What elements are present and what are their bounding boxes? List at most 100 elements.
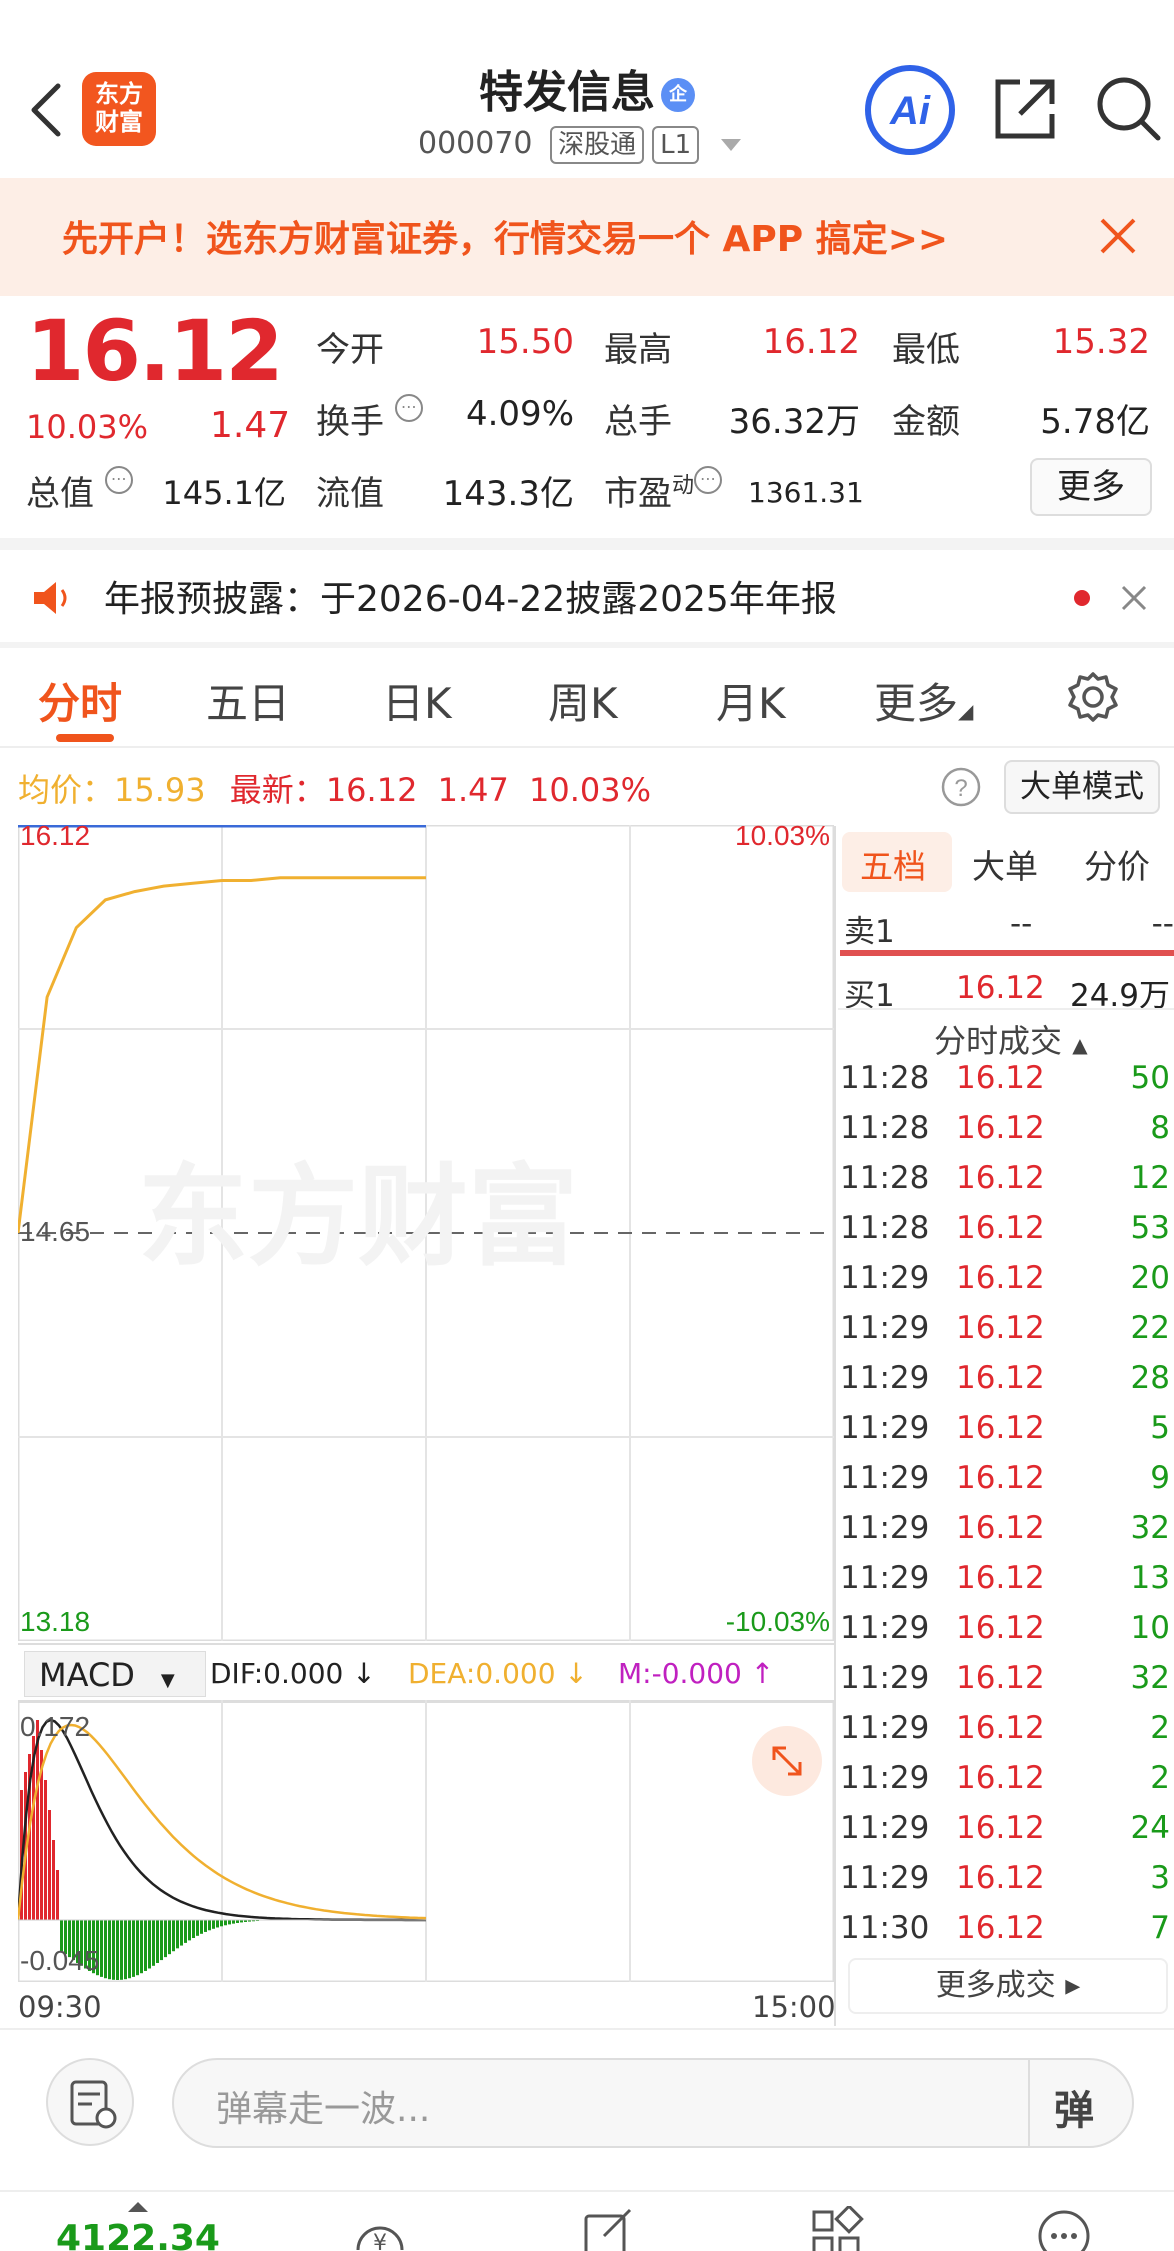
big-order-mode-button[interactable]: 大单模式 <box>1004 760 1160 814</box>
macd-bar <box>172 1920 175 1952</box>
unread-dot <box>1074 590 1090 606</box>
trade-time: 11:28 <box>840 1210 930 1246</box>
trade-price: 16.12 <box>956 1760 1045 1796</box>
trade-price: 16.12 <box>956 1160 1045 1196</box>
macd-bar <box>152 1920 155 1966</box>
divider <box>838 1008 1174 1010</box>
trade-row: 11:30 16.12 7 <box>838 1902 1174 1952</box>
tab-big-orders[interactable]: 大单 <box>972 840 1038 888</box>
trade-time: 11:29 <box>840 1810 930 1846</box>
settings-gear-icon[interactable] <box>1066 670 1120 724</box>
macd-chart[interactable]: 0.172 -0.045 <box>16 1699 835 1983</box>
trade-volume: 50 <box>1130 1060 1170 1096</box>
macd-svg: 0.172 -0.045 <box>16 1699 835 1983</box>
info-icon[interactable]: ⋯ <box>394 394 423 422</box>
svg-text:¥: ¥ <box>373 2231 387 2251</box>
trade-yuan-icon[interactable]: ¥ <box>350 2210 410 2251</box>
macd-bar <box>168 1920 171 1955</box>
intraday-chart[interactable]: 东方财富 16.12 14.65 13.18 10.03% -10.03% <box>16 820 835 1642</box>
help-icon[interactable]: ? <box>940 766 982 808</box>
tab-underline <box>56 734 114 742</box>
y-mid-label: 14.65 <box>20 1216 90 1247</box>
danmu-input[interactable]: 弹幕走一波... 弹 <box>172 2058 1134 2148</box>
tab-weekly-k[interactable]: 周K <box>548 670 618 731</box>
danmu-toggle[interactable]: 弹 <box>1054 2078 1094 2136</box>
trade-price: 16.12 <box>956 1710 1045 1746</box>
chart-tabs: 分时 五日 日K 周K 月K 更多◢ <box>0 648 1174 748</box>
trade-price: 16.12 <box>956 1660 1045 1696</box>
trade-row: 11:29 16.12 5 <box>838 1402 1174 1452</box>
trade-row: 11:29 16.12 9 <box>838 1452 1174 1502</box>
macd-bar <box>136 1920 139 1976</box>
tab-monthly-k[interactable]: 月K <box>716 670 786 731</box>
trade-row: 11:29 16.12 32 <box>838 1652 1174 1702</box>
intraday-info-line: 均价：15.93 最新：16.12 1.47 10.03% <box>18 771 652 809</box>
close-icon[interactable] <box>1098 216 1138 256</box>
macd-bar <box>56 1870 59 1920</box>
macd-bar <box>148 1920 151 1969</box>
macd-selector[interactable]: MACD ▼ <box>24 1651 206 1697</box>
more-menu-icon[interactable] <box>1034 2206 1094 2251</box>
announcement-bar[interactable]: 年报预披露：于2026-04-22披露2025年年报 <box>0 550 1174 642</box>
tab-five-day[interactable]: 五日 <box>206 670 290 731</box>
latest-change: 1.47 <box>437 771 509 809</box>
promo-banner[interactable]: 先开户！选东方财富证券，行情交易一个 APP 搞定>> <box>0 178 1174 296</box>
pct-bottom-label: -10.03% <box>726 1606 830 1637</box>
macd-bar <box>208 1920 211 1931</box>
macd-header: MACD ▼ DIF:0.000 ↓ DEA:0.000 ↓ M:-0.000 ↑ <box>18 1643 834 1703</box>
trade-price: 16.12 <box>956 1910 1045 1946</box>
tab-price-distribution[interactable]: 分价 <box>1084 840 1150 888</box>
macd-bar <box>232 1920 235 1924</box>
stock-name: 特发信息 <box>479 67 655 118</box>
trade-time: 11:29 <box>840 1310 930 1346</box>
tag-market: 深股通 <box>550 126 645 164</box>
trade-price: 16.12 <box>956 1260 1045 1296</box>
divider <box>0 538 1174 550</box>
macd-bar <box>200 1920 203 1934</box>
spread-bar <box>840 950 1174 956</box>
stock-code-line[interactable]: 000070 深股通 L1 <box>418 126 743 164</box>
amount-label: 金额 <box>892 402 960 442</box>
edit-post-icon[interactable] <box>582 2206 638 2251</box>
trade-volume: 2 <box>1150 1760 1170 1796</box>
chart-svg: 东方财富 16.12 14.65 13.18 10.03% -10.03% <box>16 820 835 1642</box>
macd-bar <box>120 1920 123 1980</box>
ai-icon[interactable]: Ai <box>864 64 956 156</box>
share-icon[interactable] <box>990 74 1060 144</box>
open-label: 今开 <box>316 330 384 370</box>
speaker-icon <box>34 582 67 614</box>
index-value[interactable]: 4122.34 <box>56 2218 220 2251</box>
watermark: 东方财富 <box>138 1153 578 1281</box>
macd-bar <box>192 1920 195 1939</box>
trade-row: 11:29 16.12 2 <box>838 1702 1174 1752</box>
note-button[interactable] <box>46 2058 134 2146</box>
trade-time: 11:30 <box>840 1910 930 1946</box>
note-settings-icon <box>70 2080 117 2129</box>
tab-daily-k[interactable]: 日K <box>382 670 452 731</box>
more-button[interactable]: 更多 <box>1030 458 1152 516</box>
info-icon[interactable]: ⋯ <box>104 466 133 494</box>
tab-more[interactable]: 更多◢ <box>874 670 973 731</box>
macd-bar <box>124 1920 127 1980</box>
macd-bar <box>108 1920 111 1980</box>
trade-volume: 7 <box>1150 1910 1170 1946</box>
trade-time: 11:28 <box>840 1160 930 1196</box>
trade-row: 11:29 16.12 24 <box>838 1802 1174 1852</box>
trade-volume: 2 <box>1150 1710 1170 1746</box>
trade-volume: 32 <box>1130 1660 1170 1696</box>
trade-row: 11:29 16.12 3 <box>838 1852 1174 1902</box>
expand-button[interactable] <box>752 1726 822 1796</box>
tab-five-levels[interactable]: 五档 <box>860 840 926 888</box>
close-icon[interactable] <box>1120 584 1148 612</box>
turnover-value: 4.09% <box>465 394 574 434</box>
apps-grid-icon[interactable] <box>810 2206 866 2251</box>
last-price: 16.12 <box>26 302 284 400</box>
more-trades-button[interactable]: 更多成交 ▸ <box>848 1958 1168 2014</box>
macd-bar <box>184 1920 187 1943</box>
search-icon[interactable] <box>1092 72 1164 144</box>
trade-time: 11:29 <box>840 1610 930 1646</box>
trade-row: 11:28 16.12 8 <box>838 1102 1174 1152</box>
trade-volume: 20 <box>1130 1260 1170 1296</box>
info-icon[interactable]: ⋯ <box>694 466 723 494</box>
tab-intraday[interactable]: 分时 <box>38 670 122 731</box>
